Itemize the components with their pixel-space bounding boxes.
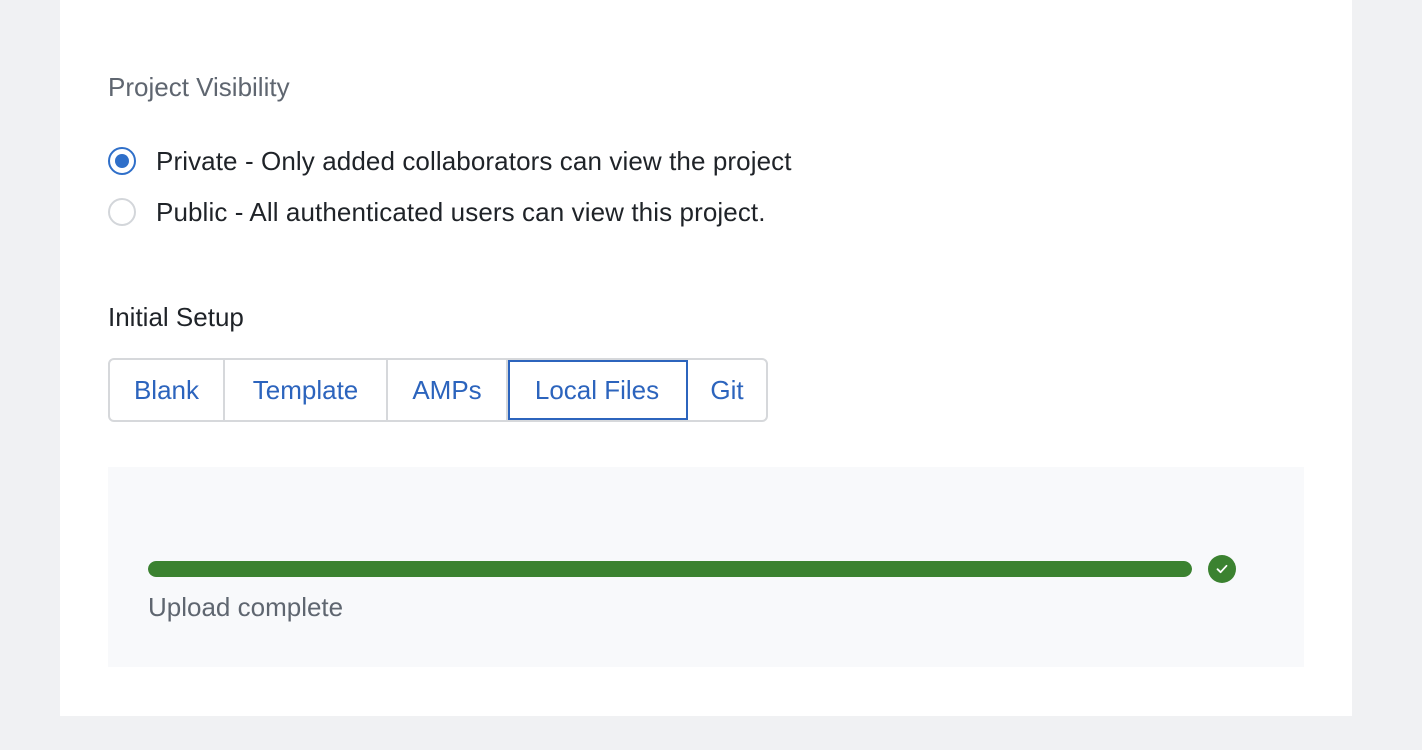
visibility-option-public[interactable]: Public - All authenticated users can vie… <box>108 195 766 229</box>
initial-setup-tabs: Blank Template AMPs Local Files Git <box>108 358 768 422</box>
upload-progress-bar <box>148 561 1192 577</box>
radio-private[interactable] <box>108 147 136 175</box>
visibility-option-public-label[interactable]: Public - All authenticated users can vie… <box>156 197 766 228</box>
upload-status-text: Upload complete <box>148 592 344 622</box>
radio-selected-dot <box>115 154 129 168</box>
project-visibility-label: Project Visibility <box>108 72 290 102</box>
tab-blank[interactable]: Blank <box>110 360 225 420</box>
tab-git[interactable]: Git <box>688 360 766 420</box>
tab-local-files[interactable]: Local Files <box>508 360 688 420</box>
tab-amps[interactable]: AMPs <box>388 360 508 420</box>
radio-public[interactable] <box>108 198 136 226</box>
tab-template[interactable]: Template <box>225 360 388 420</box>
project-settings-card: Project Visibility Private - Only added … <box>60 0 1352 716</box>
check-circle-icon <box>1208 555 1236 583</box>
initial-setup-label: Initial Setup <box>108 302 244 332</box>
upload-panel: Upload complete <box>108 467 1304 667</box>
visibility-option-private[interactable]: Private - Only added collaborators can v… <box>108 144 792 178</box>
visibility-option-private-label[interactable]: Private - Only added collaborators can v… <box>156 146 792 177</box>
upload-progress-fill <box>148 561 1192 577</box>
